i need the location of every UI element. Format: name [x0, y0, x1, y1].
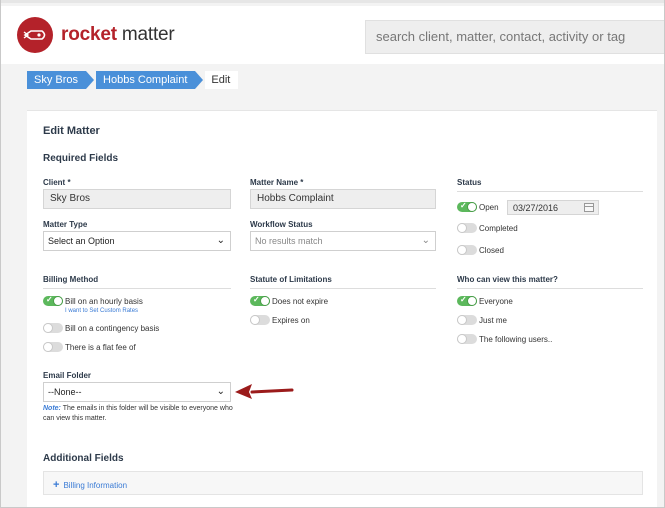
workflow-status-label: Workflow Status [250, 220, 313, 229]
billing-hourly-toggle[interactable]: ✓ Bill on an hourly basis [43, 295, 143, 306]
toggle-off-icon [43, 323, 63, 333]
matter-type-label: Matter Type [43, 220, 88, 229]
app-window: rocket matter search client, matter, con… [0, 0, 665, 508]
email-folder-label: Email Folder [43, 371, 92, 380]
toggle-on-icon: ✓ [457, 201, 477, 212]
client-field[interactable]: Sky Bros [43, 189, 231, 209]
breadcrumb-client[interactable]: Sky Bros [27, 71, 95, 89]
billing-contingency-label: Bill on a contingency basis [65, 323, 160, 333]
status-completed-label: Completed [479, 223, 518, 233]
required-fields-heading: Required Fields [43, 153, 119, 164]
open-date-input[interactable]: 03/27/2016 [507, 200, 599, 215]
toggle-on-icon: ✓ [457, 295, 477, 306]
matter-name-label: Matter Name * [250, 178, 304, 187]
visibility-everyone-label: Everyone [479, 296, 513, 306]
chevron-down-icon: ⌄ [421, 235, 430, 246]
annotation-arrow-icon [235, 384, 294, 399]
additional-fields-heading: Additional Fields [43, 453, 124, 464]
breadcrumb-matter[interactable]: Hobbs Complaint [96, 71, 204, 89]
email-folder-select[interactable]: --None-- ⌄ [43, 382, 231, 402]
statute-label: Statute of Limitations [250, 275, 332, 284]
breadcrumb-current: Edit [205, 71, 239, 89]
billing-information-label: Billing Information [63, 481, 128, 490]
billing-method-label: Billing Method [43, 275, 99, 284]
chevron-down-icon: ⌄ [216, 386, 225, 397]
client-label: Client * [43, 178, 71, 187]
statute-divider [250, 288, 436, 289]
logo[interactable]: rocket matter [17, 17, 175, 53]
toggle-off-icon [457, 245, 477, 255]
statute-no-expire-toggle[interactable]: ✓ Does not expire [250, 295, 329, 306]
header: rocket matter search client, matter, con… [1, 6, 664, 64]
toggle-off-icon [457, 223, 477, 233]
visibility-divider [457, 288, 643, 289]
billing-information-toggle[interactable]: + Billing Information [43, 471, 643, 495]
note-text: The emails in this folder will be visibl… [43, 405, 233, 422]
search-input[interactable]: search client, matter, contact, activity… [365, 20, 664, 54]
rocket-logo-icon [17, 17, 53, 53]
breadcrumb: Sky Bros Hobbs Complaint Edit [27, 71, 239, 89]
page-title: Edit Matter [43, 125, 100, 137]
status-completed-toggle[interactable]: Completed [457, 223, 518, 233]
workflow-status-select[interactable]: No results match ⌄ [250, 231, 436, 251]
email-folder-note: Note: The emails in this folder will be … [43, 404, 233, 424]
matter-type-value: Select an Option [48, 236, 115, 246]
toggle-on-icon: ✓ [43, 295, 63, 306]
custom-rates-link[interactable]: I want to Set Custom Rates [65, 308, 138, 314]
toggle-off-icon [457, 315, 477, 325]
status-open-toggle[interactable]: ✓ Open [457, 201, 499, 212]
plus-icon: + [53, 479, 60, 491]
calendar-icon[interactable] [584, 203, 594, 212]
billing-flat-fee-toggle[interactable]: There is a flat fee of [43, 342, 136, 352]
email-folder-value: --None-- [48, 387, 82, 397]
status-label: Status [457, 178, 482, 187]
visibility-just-me-label: Just me [479, 315, 508, 325]
billing-flat-fee-label: There is a flat fee of [65, 342, 136, 352]
open-date-value: 03/27/2016 [513, 203, 559, 213]
toggle-off-icon [250, 315, 270, 325]
visibility-following-users-label: The following users.. [479, 334, 553, 344]
visibility-label: Who can view this matter? [457, 275, 558, 284]
note-label: Note: [43, 405, 61, 412]
status-closed-toggle[interactable]: Closed [457, 245, 504, 255]
billing-contingency-toggle[interactable]: Bill on a contingency basis [43, 323, 159, 333]
status-open-label: Open [479, 202, 499, 212]
toggle-on-icon: ✓ [250, 295, 270, 306]
billing-divider [43, 288, 231, 289]
matter-name-field[interactable]: Hobbs Complaint [250, 189, 436, 209]
status-closed-label: Closed [479, 245, 504, 255]
brand-name: rocket matter [61, 24, 175, 45]
toggle-off-icon [43, 342, 63, 352]
visibility-everyone-toggle[interactable]: ✓ Everyone [457, 295, 513, 306]
visibility-just-me-toggle[interactable]: Just me [457, 315, 507, 325]
toggle-off-icon [457, 334, 477, 344]
status-divider [457, 191, 643, 192]
billing-hourly-label: Bill on an hourly basis [65, 296, 143, 306]
workflow-status-value: No results match [255, 236, 323, 246]
statute-expires-label: Expires on [272, 315, 310, 325]
edit-matter-panel: Edit Matter Required Fields Client * Sky… [27, 110, 657, 507]
visibility-following-users-toggle[interactable]: The following users.. [457, 334, 552, 344]
chevron-down-icon: ⌄ [216, 235, 225, 246]
matter-type-select[interactable]: Select an Option ⌄ [43, 231, 231, 251]
statute-expires-toggle[interactable]: Expires on [250, 315, 310, 325]
statute-no-expire-label: Does not expire [272, 296, 329, 306]
top-border [1, 0, 664, 3]
